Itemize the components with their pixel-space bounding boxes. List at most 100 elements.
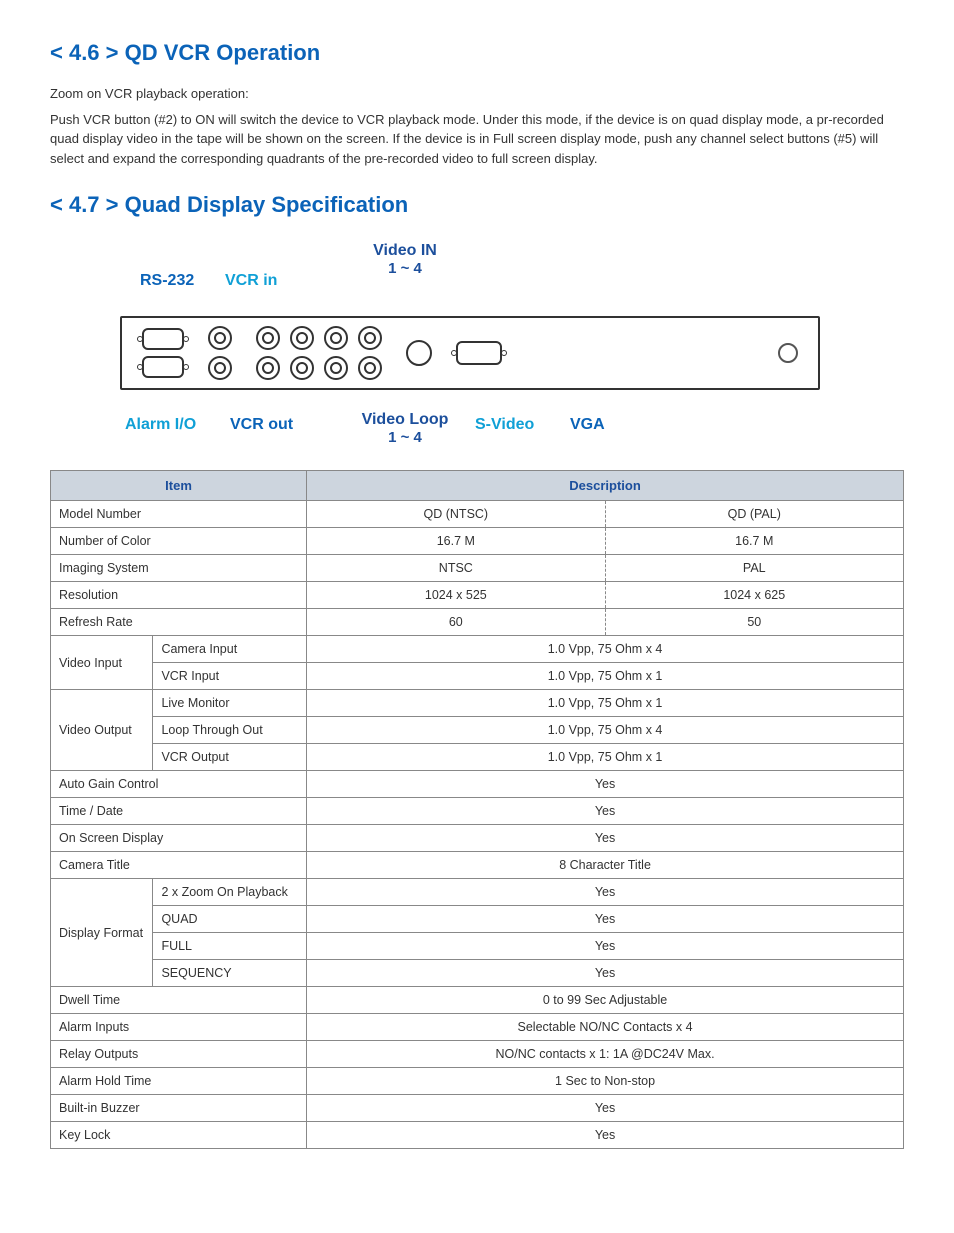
- cell-label: Resolution: [51, 582, 307, 609]
- table-row: SEQUENCY Yes: [51, 960, 904, 987]
- cell-value: Selectable NO/NC Contacts x 4: [307, 1014, 904, 1041]
- cell-label: Model Number: [51, 501, 307, 528]
- table-row: Resolution 1024 x 525 1024 x 625: [51, 582, 904, 609]
- cell-value: 16.7 M: [605, 528, 903, 555]
- cell-value: 1.0 Vpp, 75 Ohm x 4: [307, 717, 904, 744]
- cell-sublabel: VCR Output: [153, 744, 307, 771]
- table-row: On Screen Display Yes: [51, 825, 904, 852]
- cell-label: Built-in Buzzer: [51, 1095, 307, 1122]
- cell-value: Yes: [307, 1095, 904, 1122]
- spec-table: Item Description Model Number QD (NTSC) …: [50, 470, 904, 1149]
- cell-label: Refresh Rate: [51, 609, 307, 636]
- table-row: Model Number QD (NTSC) QD (PAL): [51, 501, 904, 528]
- cell-value: Yes: [307, 771, 904, 798]
- cell-value: Yes: [307, 879, 904, 906]
- label-vga: VGA: [570, 416, 605, 434]
- cell-sublabel: Loop Through Out: [153, 717, 307, 744]
- table-row: Loop Through Out 1.0 Vpp, 75 Ohm x 4: [51, 717, 904, 744]
- cell-sublabel: 2 x Zoom On Playback: [153, 879, 307, 906]
- table-row: Display Format 2 x Zoom On Playback Yes: [51, 879, 904, 906]
- label-vcr-out: VCR out: [230, 416, 293, 434]
- table-row: Auto Gain Control Yes: [51, 771, 904, 798]
- table-row: Alarm Inputs Selectable NO/NC Contacts x…: [51, 1014, 904, 1041]
- label-video-in-text: Video IN: [373, 242, 437, 259]
- table-row: Time / Date Yes: [51, 798, 904, 825]
- mounting-hole-icon: [778, 343, 798, 363]
- table-row: Refresh Rate 60 50: [51, 609, 904, 636]
- video-bnc-grid-icon: [256, 326, 382, 380]
- cell-label: Relay Outputs: [51, 1041, 307, 1068]
- label-alarm-io: Alarm I/O: [125, 416, 196, 434]
- cell-value: 60: [307, 609, 605, 636]
- section-4-6-title: < 4.6 > QD VCR Operation: [50, 40, 904, 66]
- cell-value: Yes: [307, 906, 904, 933]
- table-row: FULL Yes: [51, 933, 904, 960]
- cell-label: Auto Gain Control: [51, 771, 307, 798]
- s-video-port-icon: [406, 340, 432, 366]
- cell-label: On Screen Display: [51, 825, 307, 852]
- cell-value: PAL: [605, 555, 903, 582]
- cell-value: Yes: [307, 825, 904, 852]
- cell-label: Time / Date: [51, 798, 307, 825]
- table-row: QUAD Yes: [51, 906, 904, 933]
- cell-label: Camera Title: [51, 852, 307, 879]
- table-row: Number of Color 16.7 M 16.7 M: [51, 528, 904, 555]
- label-video-loop-range: 1 ~ 4: [345, 429, 465, 446]
- header-item: Item: [51, 471, 307, 501]
- rs232-port-icon: [142, 328, 184, 378]
- vcr-intro: Zoom on VCR playback operation:: [50, 84, 904, 104]
- cell-value: 1.0 Vpp, 75 Ohm x 1: [307, 663, 904, 690]
- cell-value: NO/NC contacts x 1: 1A @DC24V Max.: [307, 1041, 904, 1068]
- cell-value: 8 Character Title: [307, 852, 904, 879]
- cell-label: Dwell Time: [51, 987, 307, 1014]
- table-row: Camera Title 8 Character Title: [51, 852, 904, 879]
- label-video-in-range: 1 ~ 4: [345, 260, 465, 277]
- cell-sublabel: Camera Input: [153, 636, 307, 663]
- cell-label: Imaging System: [51, 555, 307, 582]
- header-description: Description: [307, 471, 904, 501]
- label-vcr-in: VCR in: [225, 272, 277, 290]
- label-video-loop: Video Loop 1 ~ 4: [345, 411, 465, 446]
- table-row: VCR Input 1.0 Vpp, 75 Ohm x 1: [51, 663, 904, 690]
- cell-value: 1.0 Vpp, 75 Ohm x 4: [307, 636, 904, 663]
- cell-value: 1.0 Vpp, 75 Ohm x 1: [307, 690, 904, 717]
- cell-label: Key Lock: [51, 1122, 307, 1149]
- table-row: Built-in Buzzer Yes: [51, 1095, 904, 1122]
- cell-sublabel: VCR Input: [153, 663, 307, 690]
- cell-sublabel: SEQUENCY: [153, 960, 307, 987]
- cell-value: Yes: [307, 960, 904, 987]
- cell-value: QD (PAL): [605, 501, 903, 528]
- cell-value: Yes: [307, 798, 904, 825]
- cell-value: NTSC: [307, 555, 605, 582]
- rear-panel-diagram: RS-232 VCR in Video IN 1 ~ 4 Alarm I/O V…: [80, 236, 820, 446]
- cell-value: 1024 x 525: [307, 582, 605, 609]
- table-row: Key Lock Yes: [51, 1122, 904, 1149]
- cell-sublabel: FULL: [153, 933, 307, 960]
- cell-value: Yes: [307, 933, 904, 960]
- cell-label: Video Output: [51, 690, 153, 771]
- cell-label: Alarm Inputs: [51, 1014, 307, 1041]
- table-row: Video Input Camera Input 1.0 Vpp, 75 Ohm…: [51, 636, 904, 663]
- cell-value: 1 Sec to Non-stop: [307, 1068, 904, 1095]
- table-row: Alarm Hold Time 1 Sec to Non-stop: [51, 1068, 904, 1095]
- table-row: VCR Output 1.0 Vpp, 75 Ohm x 1: [51, 744, 904, 771]
- cell-value: 1024 x 625: [605, 582, 903, 609]
- table-row: Dwell Time 0 to 99 Sec Adjustable: [51, 987, 904, 1014]
- table-row: Relay Outputs NO/NC contacts x 1: 1A @DC…: [51, 1041, 904, 1068]
- label-s-video: S-Video: [475, 416, 534, 434]
- cell-value: 1.0 Vpp, 75 Ohm x 1: [307, 744, 904, 771]
- cell-value: Yes: [307, 1122, 904, 1149]
- table-row: Video Output Live Monitor 1.0 Vpp, 75 Oh…: [51, 690, 904, 717]
- cell-label: Video Input: [51, 636, 153, 690]
- cell-label: Number of Color: [51, 528, 307, 555]
- cell-value: QD (NTSC): [307, 501, 605, 528]
- cell-sublabel: QUAD: [153, 906, 307, 933]
- cell-sublabel: Live Monitor: [153, 690, 307, 717]
- cell-label: Alarm Hold Time: [51, 1068, 307, 1095]
- vcr-body: Push VCR button (#2) to ON will switch t…: [50, 110, 904, 169]
- vcr-bnc-icon: [208, 326, 232, 380]
- cell-label: Display Format: [51, 879, 153, 987]
- label-video-in: Video IN 1 ~ 4: [345, 242, 465, 277]
- section-4-7-title: < 4.7 > Quad Display Specification: [50, 192, 904, 218]
- cell-value: 50: [605, 609, 903, 636]
